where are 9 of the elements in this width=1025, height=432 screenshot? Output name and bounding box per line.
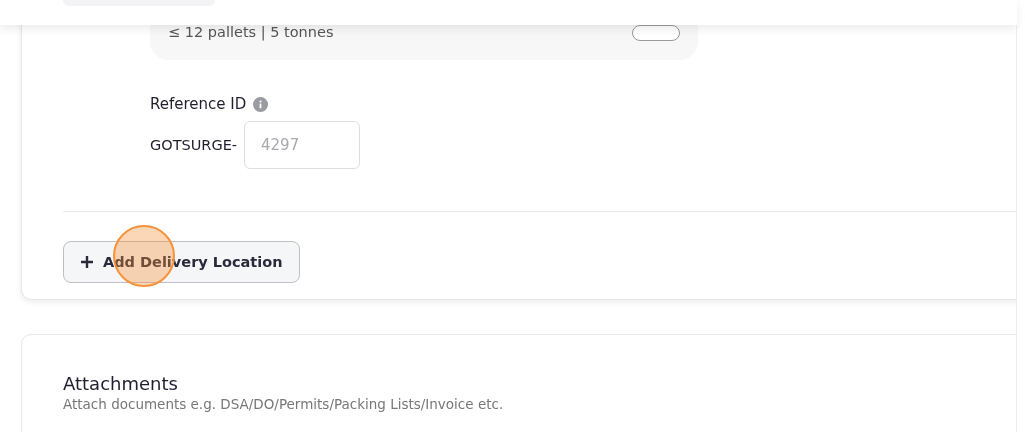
id-prefix: GOTSURGE- [150,137,238,153]
section-hint: Attach documents e.g. DSA/DO/Permits/Packing Lists/Invoice etc. [63,396,505,412]
reference-input[interactable]: 4297 [244,121,361,169]
section-title: Attachments [63,373,179,394]
field-label: Reference ID [150,95,247,113]
small-button[interactable] [632,25,680,41]
info-icon[interactable] [253,96,269,112]
plus-icon [80,255,94,269]
capacity-text: ≤ 12 pallets | 5 tonnes [168,24,334,40]
